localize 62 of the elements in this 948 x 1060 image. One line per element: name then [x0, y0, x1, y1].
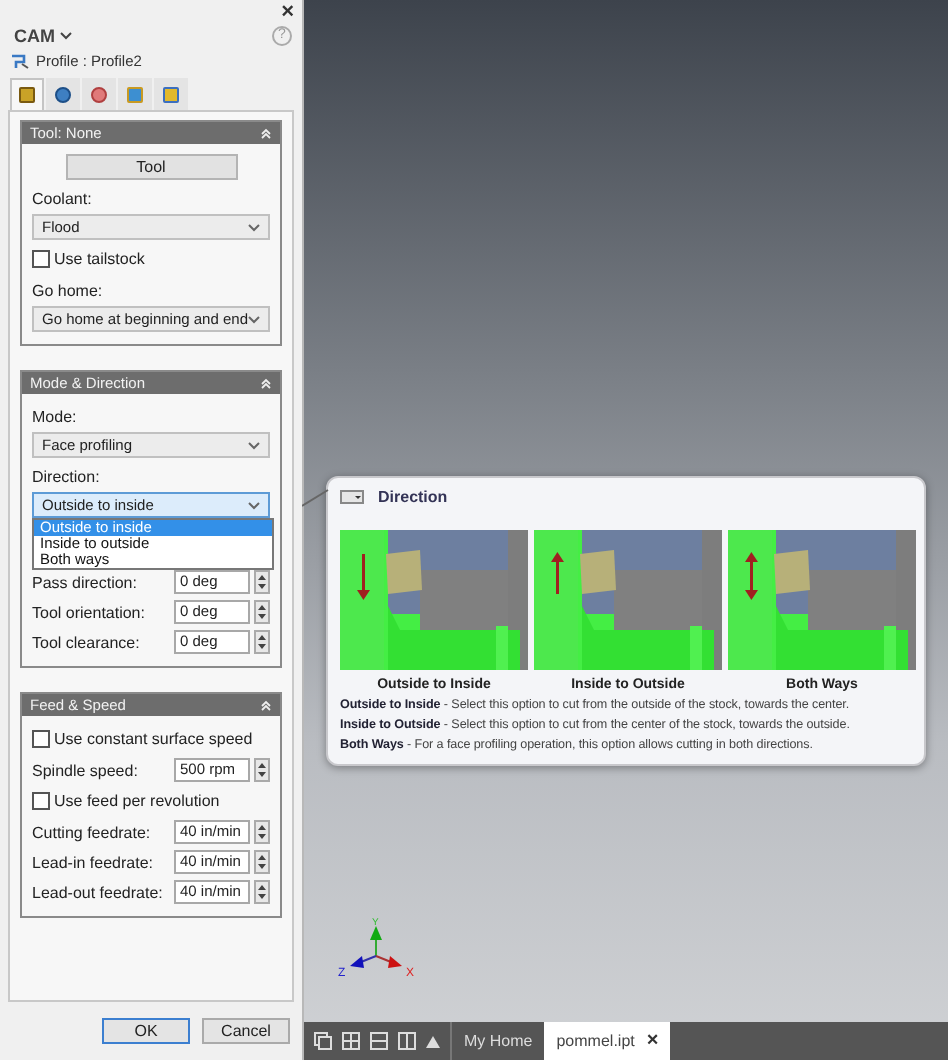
checkbox[interactable] [32, 250, 50, 268]
cancel-button[interactable]: Cancel [202, 1018, 290, 1044]
caret-icon [59, 31, 71, 39]
vertical-split-icon[interactable] [398, 1032, 416, 1050]
ok-button[interactable]: OK [102, 1018, 190, 1044]
caret-icon [248, 501, 260, 509]
panel-tab[interactable] [118, 78, 152, 110]
field-label: Spindle speed: [32, 761, 138, 779]
checkbox-label: Use constant surface speed [54, 730, 253, 748]
tool-tab-icon [88, 84, 110, 106]
checkbox[interactable] [32, 792, 50, 810]
tab-label: My Home [464, 1032, 533, 1050]
leader-line [302, 489, 329, 507]
tool-tab-icon [124, 84, 146, 106]
caret-icon [248, 441, 260, 449]
checkbox-label: Use tailstock [54, 250, 145, 268]
checkbox[interactable] [32, 730, 50, 748]
spinner-icon[interactable] [254, 630, 270, 654]
field-label: Pass direction: [32, 573, 137, 591]
tab-label: pommel.ipt [556, 1032, 635, 1050]
collapse-icon[interactable] [260, 127, 272, 139]
close-button[interactable]: × [281, 2, 294, 22]
field-label: Lead-in feedrate: [32, 853, 153, 871]
close-tab-button[interactable]: × [646, 1030, 659, 1052]
horizontal-split-icon[interactable] [370, 1032, 388, 1050]
spinner-icon[interactable] [254, 758, 270, 782]
document-tab[interactable]: My Home [452, 1022, 545, 1060]
axis-triad-drawing [350, 926, 402, 968]
tool-button[interactable]: Tool [65, 154, 237, 180]
field-label: Mode: [32, 408, 79, 426]
panel-tab[interactable] [154, 78, 188, 110]
field-label: Lead-out feedrate: [32, 883, 163, 901]
caret-icon [248, 315, 260, 323]
document-tab[interactable]: pommel.ipt × [544, 1022, 671, 1060]
panel-tab[interactable] [10, 78, 44, 110]
spinner-icon[interactable] [254, 850, 270, 874]
tool-tab-icon [16, 84, 38, 106]
cascade-icon[interactable] [314, 1032, 332, 1050]
spinner-icon[interactable] [254, 820, 270, 844]
field-label: Coolant: [32, 190, 94, 208]
collapse-icon[interactable] [260, 699, 272, 711]
triangle-icon[interactable] [426, 1035, 440, 1047]
caret-icon [248, 223, 260, 231]
panel-tab[interactable] [82, 78, 116, 110]
tool-tab-icon [52, 84, 74, 106]
field-label: Direction: [32, 468, 102, 486]
dropdown-icon [340, 490, 364, 504]
tile-icon[interactable] [342, 1032, 360, 1050]
collapse-icon[interactable] [260, 377, 272, 389]
field-label: Cutting feedrate: [32, 823, 151, 841]
spinner-icon[interactable] [254, 600, 270, 624]
profile-icon [10, 52, 30, 70]
field-label: Tool orientation: [32, 603, 145, 621]
checkbox-label: Use feed per revolution [54, 792, 220, 810]
panel-tab[interactable] [46, 78, 80, 110]
field-label: Go home: [32, 282, 105, 300]
spinner-icon[interactable] [254, 880, 270, 904]
tool-tab-icon [160, 84, 182, 106]
field-label: Tool clearance: [32, 633, 140, 651]
tooltip-title: Direction [378, 488, 448, 506]
spinner-icon[interactable] [254, 570, 270, 594]
panel-title[interactable]: CAM [14, 25, 71, 45]
